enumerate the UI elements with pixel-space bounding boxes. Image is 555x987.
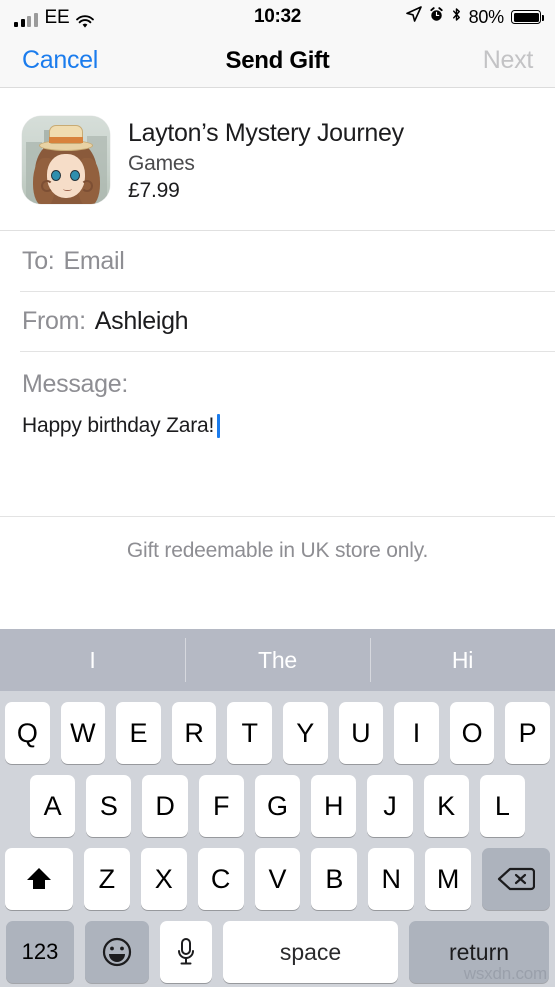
keyboard-row-2: A S D F G H J K L [0, 775, 555, 837]
key-l[interactable]: L [479, 775, 525, 837]
gift-form: To: Email From: Ashleigh Message: Happy … [0, 231, 555, 563]
message-field-block[interactable]: Message: Happy birthday Zara! [0, 351, 555, 516]
battery-percent-label: 80% [468, 6, 505, 27]
keyboard-row-3: Z X C V B N M [0, 848, 555, 910]
key-e[interactable]: E [116, 702, 161, 764]
carrier-label: EE [44, 6, 70, 28]
key-y[interactable]: Y [283, 702, 328, 764]
shift-arrow-icon [24, 865, 54, 893]
key-r[interactable]: R [171, 702, 217, 764]
app-meta: Layton’s Mystery Journey Games £7.99 [128, 116, 404, 203]
app-price: £7.99 [128, 178, 180, 202]
key-i[interactable]: I [394, 702, 439, 764]
key-d[interactable]: D [142, 775, 188, 837]
key-v[interactable]: V [254, 848, 301, 910]
backspace-delete-icon [497, 865, 536, 893]
key-x[interactable]: X [140, 848, 187, 910]
emoji-key[interactable] [85, 921, 149, 983]
battery-icon [511, 10, 544, 24]
cancel-button[interactable]: Cancel [22, 46, 98, 75]
iphone-screen: EE 10:32 80% Cancel Send Gift Next Layto… [0, 0, 555, 987]
emoji-smiley-icon [101, 936, 133, 968]
navigation-bar: Cancel Send Gift Next [0, 34, 555, 88]
key-p[interactable]: P [505, 702, 550, 764]
next-button[interactable]: Next [483, 46, 534, 75]
prediction-2[interactable]: The [185, 629, 370, 691]
key-z[interactable]: Z [84, 848, 130, 910]
app-summary-row: Layton’s Mystery Journey Games £7.99 [0, 88, 555, 231]
layton-app-icon [22, 116, 110, 204]
to-input[interactable]: Email [63, 247, 124, 276]
to-label: To: [22, 246, 55, 275]
to-field-row[interactable]: To: Email [0, 231, 555, 291]
key-s[interactable]: S [86, 775, 132, 837]
watermark-label: wsxdn.com [463, 964, 547, 983]
status-bar-right: 80% [405, 6, 544, 28]
signal-bars-icon [14, 12, 38, 27]
wifi-icon [76, 13, 95, 28]
message-label: Message: [22, 370, 128, 398]
microphone-icon [175, 936, 197, 968]
dictation-key[interactable] [160, 921, 212, 983]
key-c[interactable]: C [197, 848, 244, 910]
key-t[interactable]: T [227, 702, 272, 764]
key-u[interactable]: U [338, 702, 384, 764]
location-arrow-icon [405, 6, 422, 28]
keyboard-row-1: Q W E R T Y U I O P [0, 702, 555, 764]
text-cursor [217, 414, 221, 438]
from-field-row[interactable]: From: Ashleigh [0, 291, 555, 351]
space-key[interactable]: space [223, 921, 398, 983]
predictive-text-bar: I The Hi [0, 629, 555, 691]
bluetooth-icon [451, 6, 462, 28]
key-j[interactable]: J [367, 775, 413, 837]
key-g[interactable]: G [254, 775, 301, 837]
key-b[interactable]: B [311, 848, 358, 910]
shift-key[interactable] [5, 848, 73, 910]
status-bar: EE 10:32 80% [0, 0, 555, 34]
app-title: Layton’s Mystery Journey [128, 119, 404, 147]
key-q[interactable]: Q [5, 702, 50, 764]
key-h[interactable]: H [311, 775, 357, 837]
prediction-3[interactable]: Hi [370, 629, 555, 691]
on-screen-keyboard: I The Hi Q W E R T Y U I O P A S D F G H… [0, 629, 555, 987]
key-o[interactable]: O [449, 702, 495, 764]
from-input[interactable]: Ashleigh [95, 307, 189, 336]
message-input[interactable]: Happy birthday Zara! [22, 399, 533, 438]
key-n[interactable]: N [368, 848, 415, 910]
app-category: Games [128, 151, 195, 175]
key-w[interactable]: W [60, 702, 106, 764]
from-label: From: [22, 306, 86, 335]
key-f[interactable]: F [198, 775, 244, 837]
status-bar-left: EE [14, 6, 95, 28]
backspace-key[interactable] [482, 848, 551, 910]
numbers-key[interactable]: 123 [6, 921, 74, 983]
key-k[interactable]: K [423, 775, 469, 837]
key-a[interactable]: A [30, 775, 76, 837]
key-m[interactable]: M [425, 848, 472, 910]
prediction-1[interactable]: I [0, 629, 185, 691]
gift-footnote: Gift redeemable in UK store only. [0, 516, 555, 563]
alarm-clock-icon [429, 6, 444, 28]
message-text: Happy birthday Zara! [22, 414, 215, 437]
